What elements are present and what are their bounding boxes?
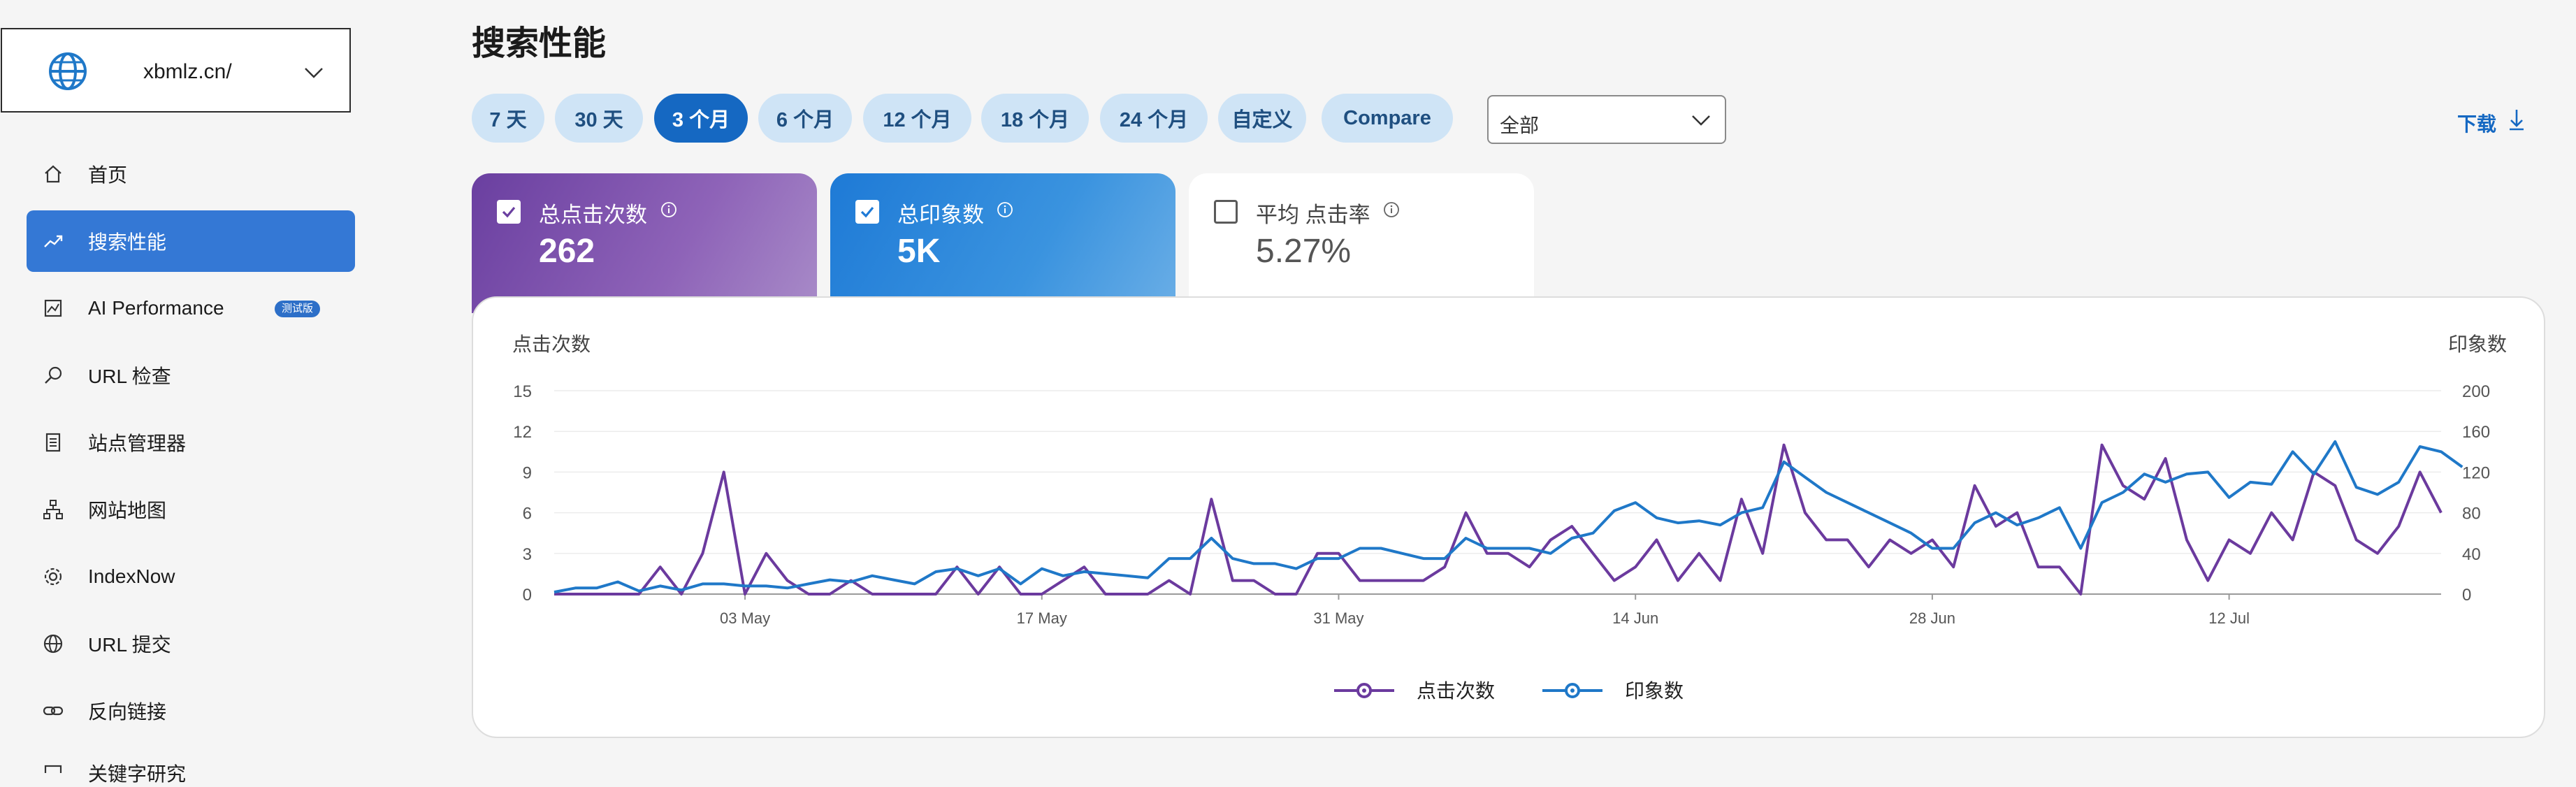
site-selector[interactable]: xbmlz.cn/ — [1, 28, 351, 113]
clicks-series-line — [554, 443, 2443, 595]
range-button-12m[interactable]: 12 个月 — [863, 94, 971, 143]
legend-marker-dot — [1362, 688, 1366, 693]
compare-button[interactable]: Compare — [1322, 94, 1453, 143]
sitemap-icon — [43, 500, 63, 519]
y-right-tick-label: 80 — [2462, 505, 2481, 524]
legend-label: 点击次数 — [1417, 680, 1495, 702]
legend-marker-dot — [1570, 688, 1575, 693]
y-right-tick-label: 40 — [2462, 545, 2481, 564]
y-right-tick-label: 120 — [2462, 463, 2490, 482]
download-icon[interactable] — [2506, 108, 2527, 131]
y-left-tick-label: 6 — [523, 505, 532, 524]
range-button-3m[interactable]: 3 个月 — [654, 94, 748, 143]
search-icon — [45, 366, 62, 384]
total-clicks-checkbox[interactable] — [497, 200, 521, 224]
globe-icon — [49, 52, 87, 90]
gear-icon — [44, 568, 62, 586]
home-icon — [45, 165, 61, 183]
metric-label: 平均 点击率 — [1256, 203, 1370, 227]
sidebar-item-url-inspection[interactable]: URL 检查 — [27, 345, 355, 406]
y-right-tick-label: 0 — [2462, 586, 2471, 605]
link-icon — [43, 706, 64, 716]
sidebar-item-label: 反向链接 — [88, 701, 167, 723]
document-list-icon — [45, 433, 61, 452]
x-tick-label: 12 Jul — [2208, 609, 2250, 627]
impressions-series-line — [553, 440, 2463, 594]
metric-card-average-ctr[interactable]: 平均 点击率 5.27% — [1189, 173, 1534, 313]
range-button-24m[interactable]: 24 个月 — [1100, 94, 1208, 143]
trending-up-icon — [44, 235, 63, 247]
x-tick-label: 14 Jun — [1612, 609, 1658, 627]
range-button-18m[interactable]: 18 个月 — [981, 94, 1089, 143]
performance-chart: 点击次数 印象数036912150408012016020003 May 17 Ma… — [512, 333, 2507, 702]
y-left-tick-label: 3 — [523, 545, 532, 564]
info-icon[interactable] — [997, 201, 1013, 218]
average-ctr-checkbox[interactable] — [1214, 200, 1238, 224]
sidebar-item-label: IndexNow — [88, 565, 175, 587]
info-icon[interactable] — [1383, 201, 1400, 218]
range-button-6m[interactable]: 6 个月 — [758, 94, 852, 143]
chevron-down-icon — [1692, 115, 1710, 126]
right-axis-title: 印象数 — [2448, 333, 2507, 355]
sidebar-item-label: URL 检查 — [88, 366, 171, 387]
sidebar-item-label: 网站地图 — [88, 500, 167, 521]
x-tick-label: 17 May — [1017, 609, 1067, 627]
metric-value: 5K — [897, 233, 941, 270]
sidebar-item-label: AI Performance — [88, 297, 224, 319]
y-left-tick-label: 12 — [513, 423, 532, 442]
x-tick-label: 03 May — [720, 609, 770, 627]
sidebar-item-label: URL 提交 — [88, 634, 171, 656]
x-tick-label: 28 Jun — [1909, 609, 1955, 627]
sidebar-item-backlinks[interactable]: 反向链接 — [27, 680, 355, 742]
y-left-tick-label: 9 — [523, 463, 532, 482]
y-right-tick-label: 200 — [2462, 382, 2490, 401]
page-title: 搜索性能 — [472, 25, 607, 62]
sidebar-item-label: 搜索性能 — [88, 231, 167, 253]
metric-label: 总印象数 — [897, 203, 984, 227]
performance-chart-panel: 点击次数 印象数 0 3 6 9 12 15 0 40 80 120 160 200 03 May 17 Ma… — [472, 296, 2545, 738]
sidebar-item-url-submission[interactable]: URL 提交 — [27, 613, 355, 674]
metric-value: 5.27% — [1256, 233, 1352, 270]
globe-icon — [43, 634, 63, 654]
keyword-icon — [44, 765, 62, 773]
chevron-down-icon — [305, 68, 323, 78]
image-chart-icon — [44, 299, 62, 317]
y-left-tick-label: 0 — [523, 586, 532, 605]
sidebar-item-label: 站点管理器 — [88, 433, 187, 454]
sidebar-item-home[interactable]: 首页 — [27, 143, 355, 205]
metric-value: 262 — [539, 233, 595, 270]
legend-label: 印象数 — [1625, 680, 1684, 702]
left-axis-title: 点击次数 — [512, 333, 591, 355]
metric-label: 总点击次数 — [539, 203, 647, 227]
range-button-7d[interactable]: 7 天 — [472, 94, 544, 143]
sidebar-item-ai-performance[interactable]: AI Performance 测试版 — [27, 277, 355, 339]
filter-select-value: 全部 — [1500, 115, 1540, 136]
range-button-30d[interactable]: 30 天 — [555, 94, 643, 143]
sidebar-item-keyword-research-label[interactable]: 关键字研究 — [88, 759, 186, 787]
sidebar-item-site-explorer[interactable]: 站点管理器 — [27, 412, 355, 473]
sidebar-item-search-performance[interactable]: 搜索性能 — [27, 210, 355, 272]
range-button-custom[interactable]: 自定义 — [1218, 94, 1306, 143]
download-button[interactable]: 下载 — [2457, 109, 2496, 137]
y-right-tick-label: 160 — [2462, 423, 2490, 442]
beta-badge: 测试版 — [275, 301, 321, 317]
filter-select[interactable]: 全部 — [1487, 95, 1726, 144]
metric-card-total-clicks[interactable]: 总点击次数 262 — [472, 173, 817, 313]
info-icon[interactable] — [660, 201, 677, 218]
sidebar-item-label: 首页 — [88, 164, 128, 186]
sidebar-item-indexnow[interactable]: IndexNow — [27, 546, 355, 607]
metric-card-total-impressions[interactable]: 总印象数 5K — [830, 173, 1175, 313]
y-left-tick-label: 15 — [513, 382, 532, 401]
sidebar-item-sitemaps[interactable]: 网站地图 — [27, 479, 355, 540]
total-impressions-checkbox[interactable] — [855, 200, 879, 224]
site-selector-value: xbmlz.cn/ — [143, 60, 232, 83]
x-tick-label: 31 May — [1313, 609, 1363, 627]
